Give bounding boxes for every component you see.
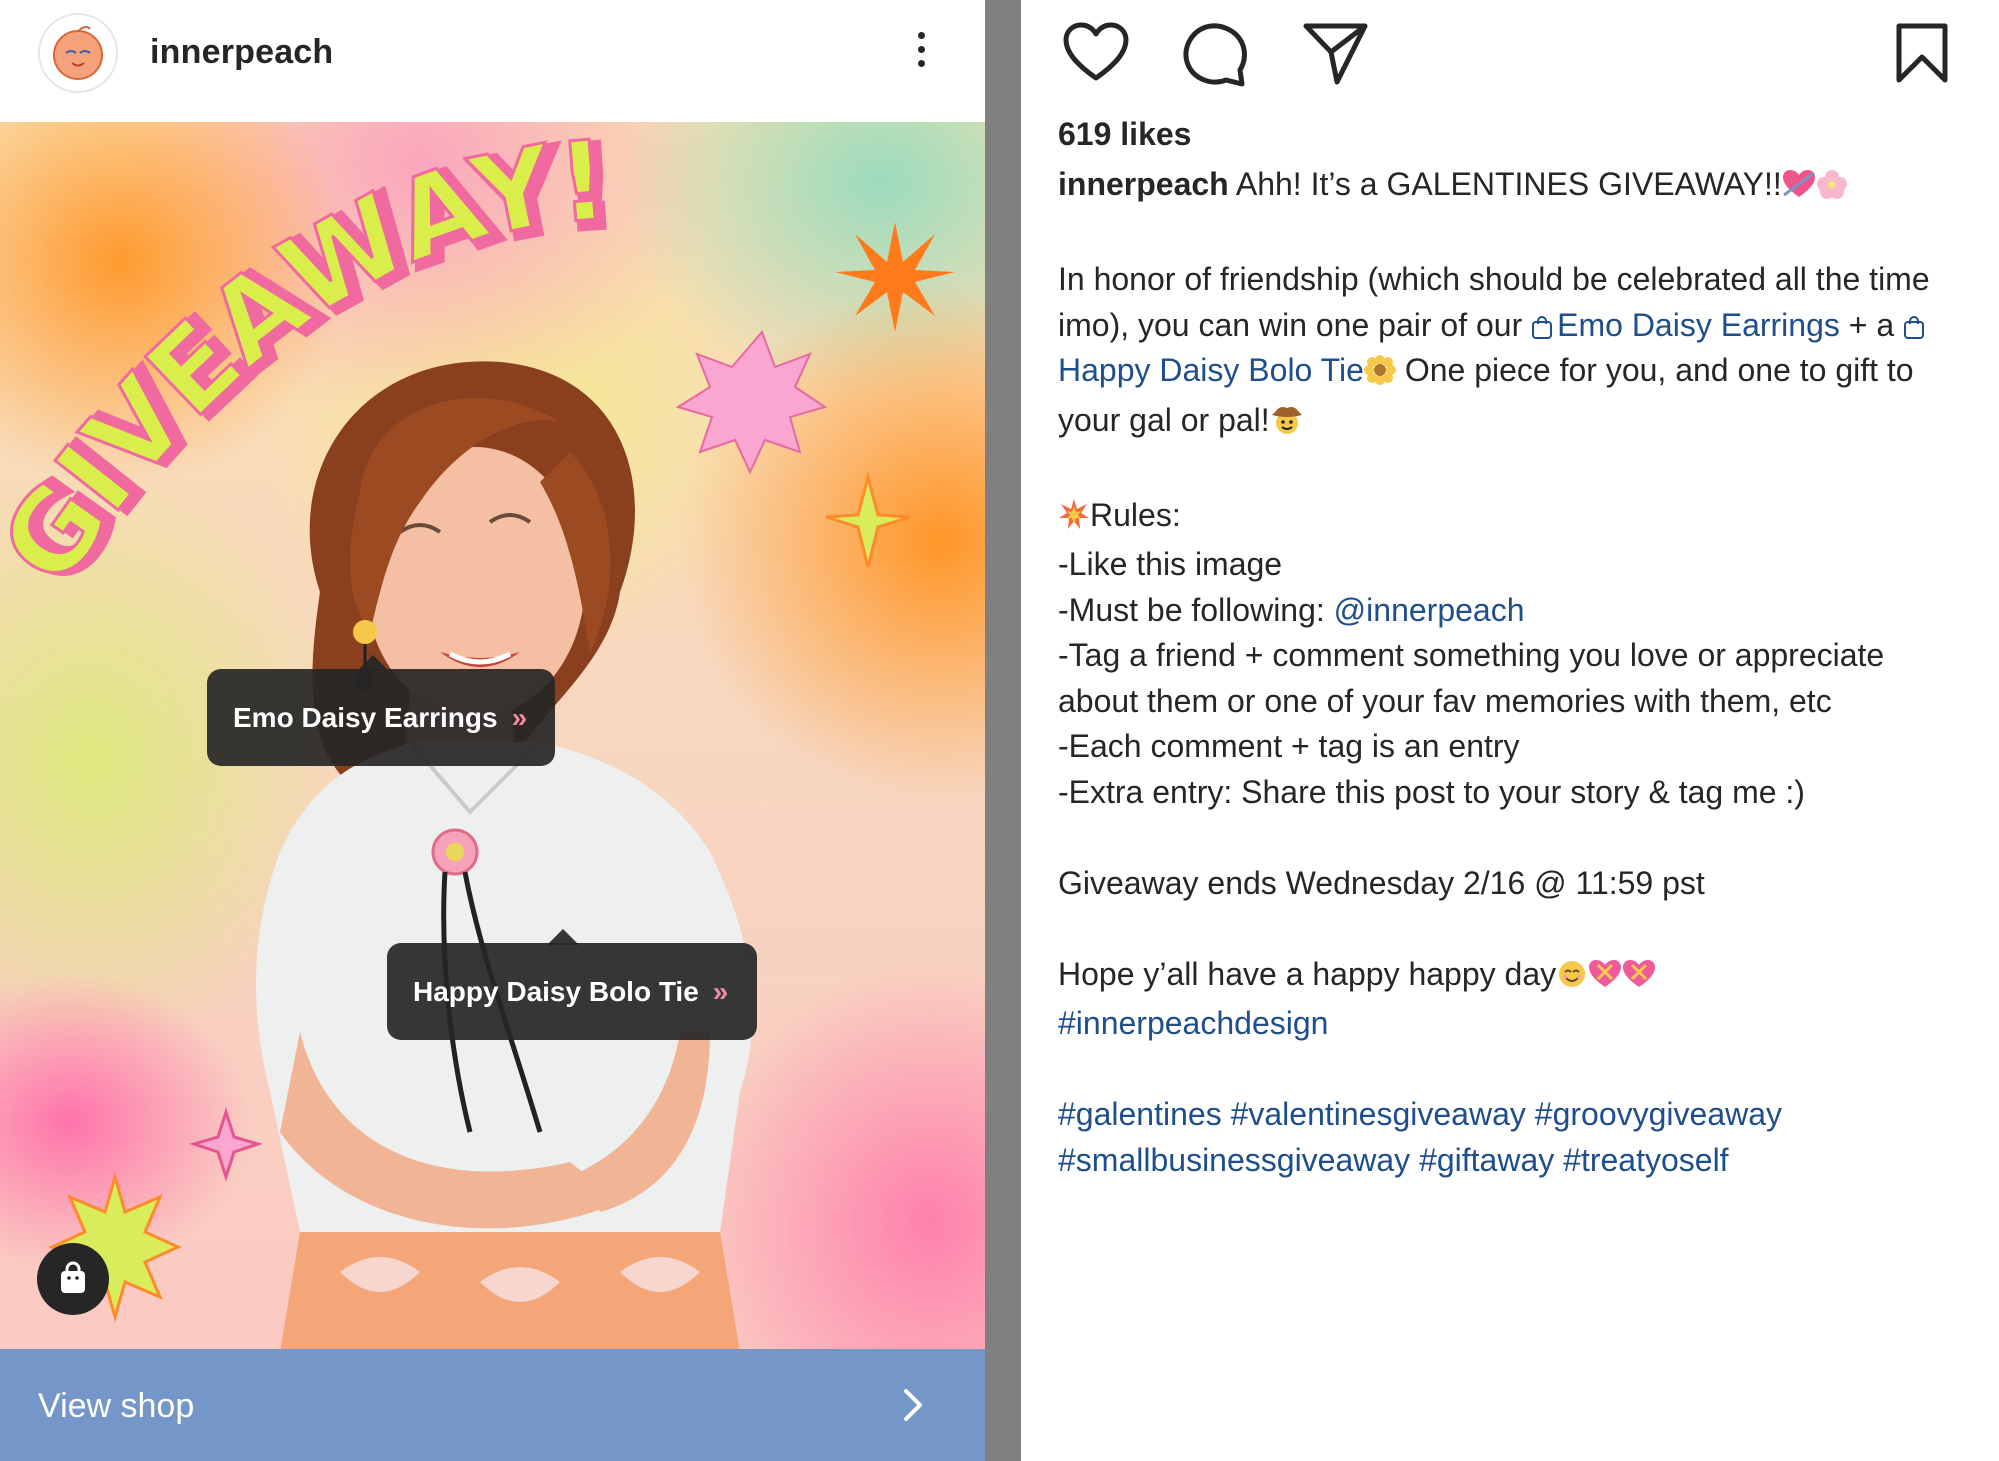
bookmark-icon[interactable] <box>1895 22 1949 84</box>
caption: innerpeach Ahh! It’s a GALENTINES GIVEAW… <box>1058 162 1958 1183</box>
mention-link[interactable]: @innerpeach <box>1334 592 1525 628</box>
rules-title: Rules: <box>1090 496 1181 533</box>
shopping-bag-button[interactable] <box>37 1243 109 1315</box>
product-tag-label: Happy Daisy Bolo Tie <box>413 975 699 1007</box>
closing-text: Hope y’all have a happy happy day <box>1058 955 1557 992</box>
giveaway-end-date: Giveaway ends Wednesday 2/16 @ 11:59 pst <box>1058 864 1705 901</box>
chevron-right-icon <box>904 1389 922 1421</box>
caption-plus-a: + a <box>1848 306 1895 343</box>
rule-5: -Extra entry: Share this post to your st… <box>1058 773 1805 810</box>
smiling-face-emoji-icon <box>1556 956 1588 1002</box>
double-chevron-icon: » <box>712 975 728 1007</box>
caption-first-line: Ahh! It’s a GALENTINES GIVEAWAY!! <box>1235 166 1782 202</box>
rule-1: -Like this image <box>1058 546 1283 582</box>
heart-ribbon-emoji-icon <box>1622 956 1656 1002</box>
post-header: innerpeach <box>0 0 985 122</box>
likes-count[interactable]: 619 likes <box>1058 116 1191 153</box>
shopping-bag-icon <box>1904 315 1925 339</box>
heart-icon[interactable] <box>1063 22 1129 84</box>
product-tag-label: Emo Daisy Earrings <box>233 701 498 733</box>
post-image[interactable]: GIVEAWAY! GIVEAWAY! <box>0 122 985 1349</box>
hashtags-line-1[interactable]: #galentines #valentinesgiveaway #groovyg… <box>1058 1092 1958 1138</box>
caption-username[interactable]: innerpeach <box>1058 166 1229 202</box>
cowboy-emoji-icon <box>1270 402 1304 448</box>
more-options-icon[interactable] <box>906 28 936 78</box>
hashtag-main[interactable]: #innerpeachdesign <box>1058 1001 1958 1047</box>
sunflower-emoji-icon <box>1363 352 1396 398</box>
rule-4: -Each comment + tag is an entry <box>1058 728 1520 764</box>
shopping-bag-icon <box>1532 315 1553 339</box>
product-tag-bolo-tie[interactable]: Happy Daisy Bolo Tie » <box>387 929 757 1040</box>
product-tag-earrings[interactable]: Emo Daisy Earrings » <box>207 655 555 766</box>
rule-3: -Tag a friend + comment something you lo… <box>1058 637 1885 719</box>
product-link-earrings[interactable]: Emo Daisy Earrings <box>1531 307 1840 343</box>
model-photo <box>256 361 753 1349</box>
comment-bubble-icon[interactable] <box>1182 22 1248 88</box>
view-shop-bar[interactable]: View shop <box>0 1349 985 1461</box>
panel-divider <box>985 0 1021 1461</box>
blossom-emoji-icon <box>1816 166 1848 212</box>
view-shop-label: View shop <box>38 1387 195 1425</box>
paper-plane-icon[interactable] <box>1303 22 1369 86</box>
heart-ribbon-emoji-icon <box>1588 956 1622 1002</box>
avatar[interactable] <box>38 13 118 93</box>
post-panel: innerpeach GIVEAWAY! GIVEAWAY! <box>0 0 985 1461</box>
peach-logo-icon <box>53 26 103 80</box>
hashtags-line-2[interactable]: #smallbusinessgiveaway #giftaway #treaty… <box>1058 1138 1958 1184</box>
caption-panel: 619 likes innerpeach Ahh! It’s a GALENTI… <box>1021 0 1999 1461</box>
post-username[interactable]: innerpeach <box>150 33 333 72</box>
rule-2-prefix: -Must be following: <box>1058 591 1325 628</box>
shopping-bag-icon <box>61 1261 85 1293</box>
collision-emoji-icon <box>1058 497 1090 543</box>
double-chevron-icon: » <box>511 701 527 733</box>
heart-cupid-emoji-icon <box>1782 166 1816 212</box>
